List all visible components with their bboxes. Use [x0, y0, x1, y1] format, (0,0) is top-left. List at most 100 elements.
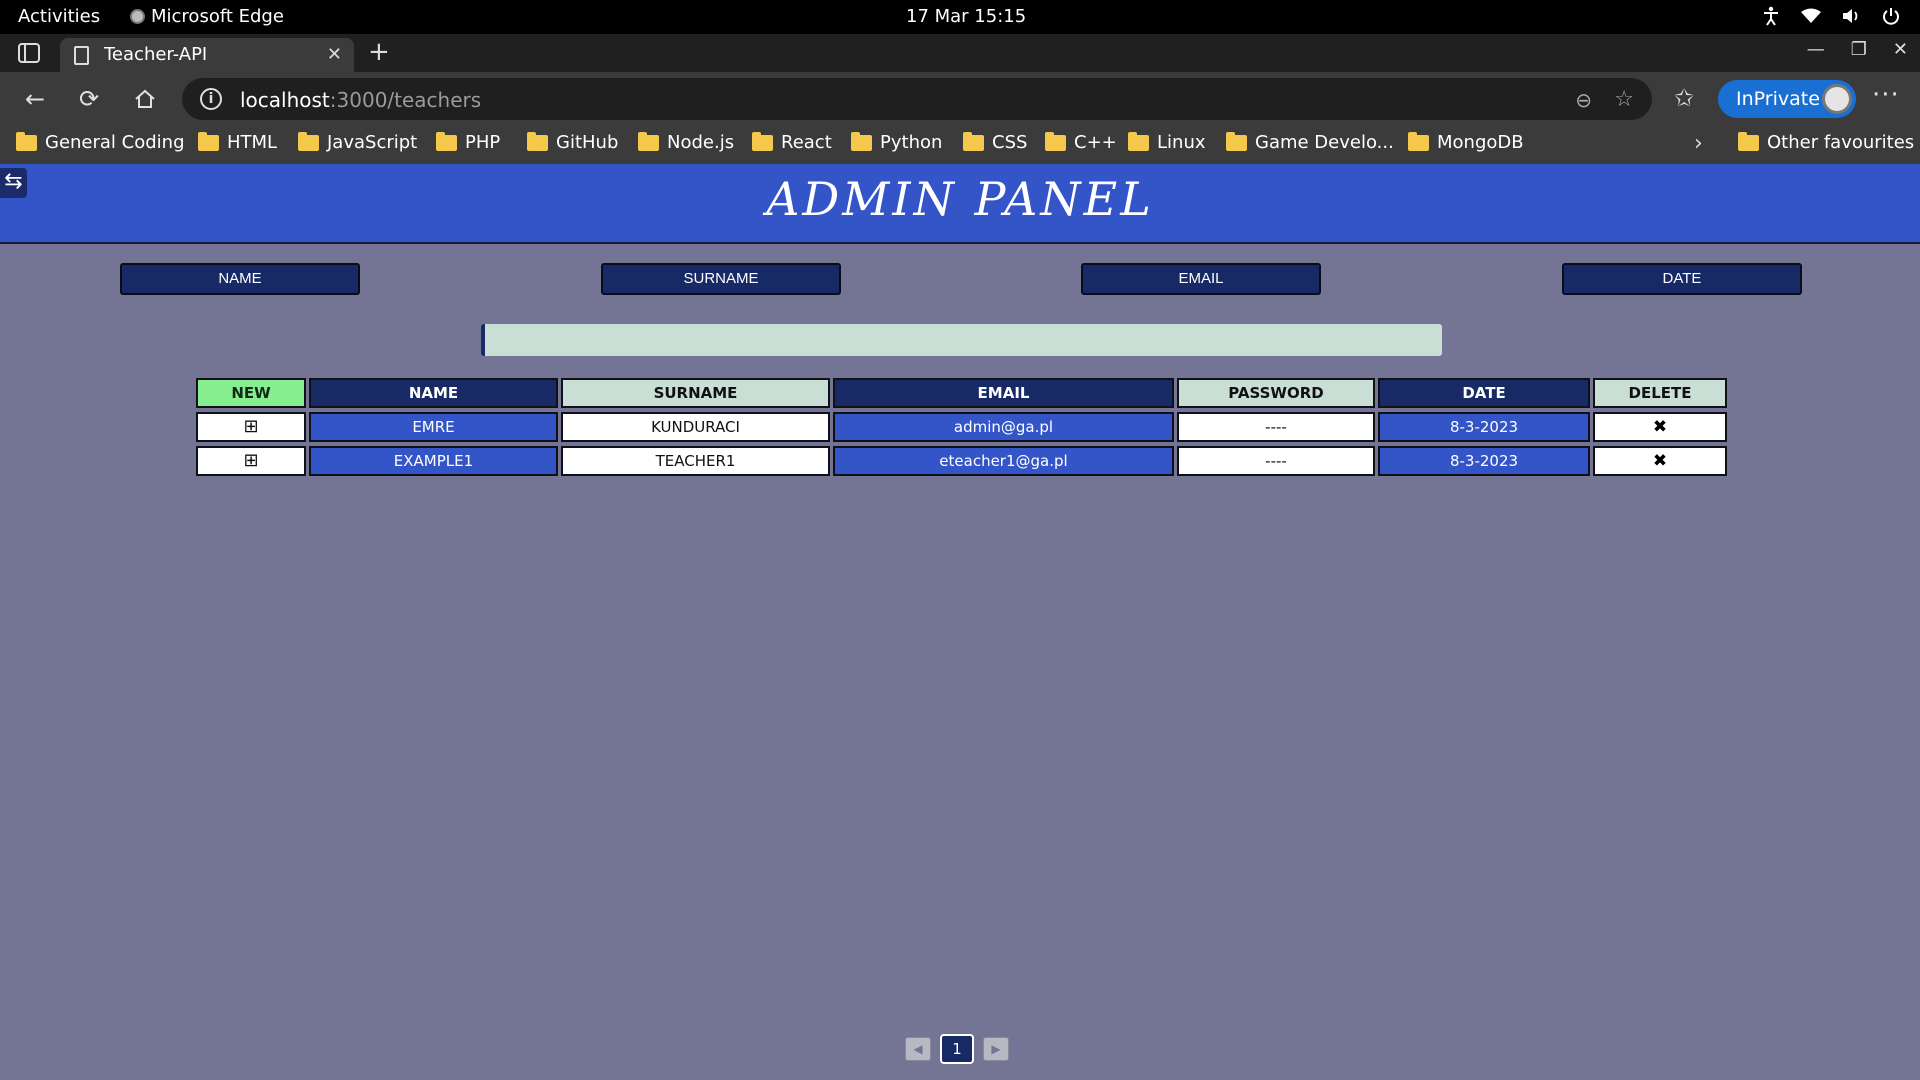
plus-box-icon: ⊞	[243, 416, 259, 437]
site-info-icon[interactable]: i	[200, 88, 222, 110]
home-icon[interactable]	[130, 84, 160, 114]
column-header-delete: DELETE	[1593, 378, 1727, 408]
bookmark-label: PHP	[465, 132, 501, 153]
page-title: ADMIN PANEL	[766, 172, 1154, 226]
next-page-button[interactable]: ▶	[983, 1037, 1009, 1061]
accessibility-icon[interactable]	[1760, 5, 1782, 27]
sort-email-button[interactable]: EMAIL	[1081, 263, 1321, 295]
browser-tab-strip: Teacher-API ✕ + — ❐ ✕	[0, 34, 1920, 72]
new-row-button[interactable]: ⊞	[196, 412, 306, 442]
bookmark-folder[interactable]: General Coding	[16, 131, 185, 153]
bookmark-label: JavaScript	[327, 132, 418, 153]
admin-header: ⇆ ADMIN PANEL	[0, 164, 1920, 244]
sort-date-button[interactable]: DATE	[1562, 263, 1802, 295]
column-header-new: NEW	[196, 378, 306, 408]
profile-avatar	[1822, 84, 1852, 114]
new-tab-button[interactable]: +	[368, 37, 390, 67]
volume-icon[interactable]	[1840, 5, 1862, 27]
bookmark-folder[interactable]: Python	[851, 131, 943, 153]
search-input[interactable]	[481, 324, 1442, 356]
power-icon[interactable]	[1880, 5, 1902, 27]
new-row-button[interactable]: ⊞	[196, 446, 306, 476]
reload-icon[interactable]: ⟳	[74, 84, 104, 114]
bookmark-folder[interactable]: C++	[1045, 131, 1117, 153]
folder-icon	[963, 131, 984, 151]
bookmark-label: MongoDB	[1437, 132, 1524, 153]
bookmark-folder[interactable]: HTML	[198, 131, 277, 153]
wifi-icon[interactable]	[1800, 5, 1822, 27]
plus-box-icon: ⊞	[243, 450, 259, 471]
folder-icon	[1128, 131, 1149, 151]
folder-icon	[1226, 131, 1247, 151]
system-tray[interactable]	[1760, 5, 1902, 27]
cell-name: EXAMPLE1	[309, 446, 558, 476]
pagination: ◀ 1 ▶	[905, 1034, 1009, 1064]
settings-menu-icon[interactable]: ···	[1872, 80, 1900, 110]
zoom-out-icon[interactable]: ⊖	[1575, 88, 1592, 112]
url-host: localhost	[240, 88, 330, 112]
column-header-email: EMAIL	[833, 378, 1174, 408]
tab-teacher-api[interactable]: Teacher-API ✕	[60, 38, 354, 72]
folder-icon	[752, 131, 773, 151]
bookmark-label: Node.js	[667, 132, 735, 153]
inprivate-label: InPrivate	[1736, 88, 1820, 110]
bookmark-folder[interactable]: GitHub	[527, 131, 619, 153]
folder-icon	[1408, 131, 1429, 151]
bookmark-other-favourites[interactable]: Other favourites	[1738, 131, 1914, 153]
bookmark-label: Python	[880, 132, 943, 153]
folder-icon	[1738, 131, 1759, 151]
prev-page-button[interactable]: ◀	[905, 1037, 931, 1061]
bookmarks-bar: General Coding HTML JavaScript PHP GitHu…	[0, 126, 1920, 164]
delete-row-button[interactable]: ✖	[1593, 412, 1727, 442]
bookmark-label: Linux	[1157, 132, 1206, 153]
bookmark-folder[interactable]: MongoDB	[1408, 131, 1524, 153]
folder-icon	[436, 131, 457, 151]
bookmark-folder[interactable]: Node.js	[638, 131, 735, 153]
page-number-button[interactable]: 1	[940, 1034, 974, 1064]
minimize-icon[interactable]: —	[1807, 39, 1825, 60]
cell-email: eteacher1@ga.pl	[833, 446, 1174, 476]
restore-icon[interactable]: ❐	[1851, 39, 1867, 60]
page-icon	[74, 46, 89, 65]
bookmark-folder[interactable]: React	[752, 131, 832, 153]
folder-icon	[16, 131, 37, 151]
address-bar[interactable]: i localhost:3000/teachers ⊖ ☆	[182, 78, 1652, 120]
url-text[interactable]: localhost:3000/teachers	[240, 88, 481, 112]
inprivate-button[interactable]: InPrivate	[1718, 80, 1856, 118]
bookmark-folder[interactable]: PHP	[436, 131, 501, 153]
sort-name-button[interactable]: NAME	[120, 263, 360, 295]
chevron-right-icon[interactable]: ›	[1694, 131, 1703, 156]
tab-actions-icon[interactable]	[18, 43, 40, 63]
folder-icon	[851, 131, 872, 151]
back-icon[interactable]: ←	[20, 84, 50, 114]
folder-icon	[298, 131, 319, 151]
bookmark-label: General Coding	[45, 132, 185, 153]
bookmark-folder[interactable]: JavaScript	[298, 131, 418, 153]
window-controls: — ❐ ✕	[1807, 39, 1908, 60]
activities-button[interactable]: Activities	[18, 6, 100, 27]
bookmark-label: GitHub	[556, 132, 619, 153]
folder-icon	[1045, 131, 1066, 151]
edge-icon	[130, 9, 145, 24]
column-header-date: DATE	[1378, 378, 1590, 408]
bookmark-label: Game Develo...	[1255, 132, 1394, 153]
add-favourite-icon[interactable]: ☆	[1614, 87, 1634, 112]
cell-name: EMRE	[309, 412, 558, 442]
folder-icon	[527, 131, 548, 151]
delete-row-button[interactable]: ✖	[1593, 446, 1727, 476]
tab-title: Teacher-API	[104, 44, 208, 65]
delete-x-icon: ✖	[1652, 417, 1668, 437]
column-header-surname: SURNAME	[561, 378, 830, 408]
active-app-menu[interactable]: Microsoft Edge	[130, 6, 284, 27]
sort-surname-button[interactable]: SURNAME	[601, 263, 841, 295]
tab-close-icon[interactable]: ✕	[327, 44, 342, 65]
cell-password: ----	[1177, 446, 1375, 476]
column-header-name: NAME	[309, 378, 558, 408]
delete-x-icon: ✖	[1652, 451, 1668, 471]
favourites-icon[interactable]: ✩	[1674, 84, 1694, 112]
clock[interactable]: 17 Mar 15:15	[906, 6, 1026, 27]
bookmark-folder[interactable]: Linux	[1128, 131, 1206, 153]
bookmark-folder[interactable]: CSS	[963, 131, 1027, 153]
close-window-icon[interactable]: ✕	[1893, 39, 1908, 60]
bookmark-folder[interactable]: Game Develo...	[1226, 131, 1394, 153]
